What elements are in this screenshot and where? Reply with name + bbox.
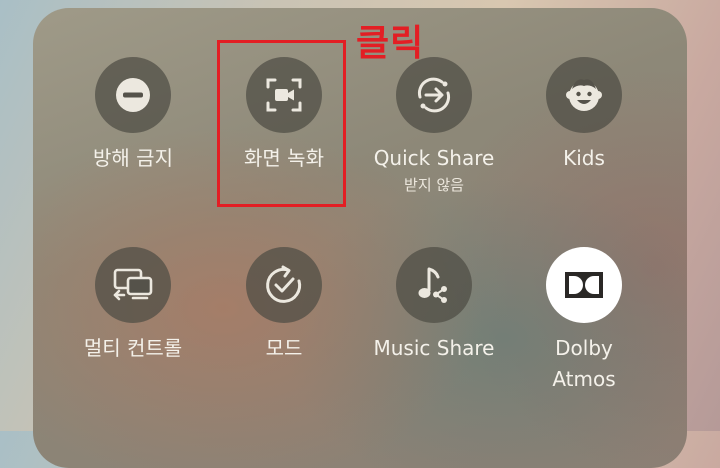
do-not-disturb-icon[interactable] — [95, 57, 171, 133]
quick-share-icon[interactable] — [396, 57, 472, 133]
annotation-text: 클릭 — [356, 23, 425, 64]
tile-label: 모드 — [265, 336, 303, 360]
tile-label: Music Share — [373, 336, 495, 360]
multi-control-icon[interactable] — [95, 247, 171, 323]
tile-label: Kids — [563, 146, 605, 170]
tile-label: Dolby Atmos — [552, 336, 616, 391]
tile-quick-share[interactable]: Quick Share 받지 않음 — [354, 57, 514, 194]
tile-kids[interactable]: Kids — [504, 57, 664, 174]
tile-multi-control[interactable]: 멀티 컨트롤 — [53, 247, 213, 364]
tile-modes[interactable]: 모드 — [204, 247, 364, 364]
tile-label: Quick Share — [373, 146, 495, 170]
highlight-box — [217, 40, 346, 207]
tile-music-share[interactable]: Music Share — [354, 247, 514, 364]
dolby-atmos-icon[interactable] — [546, 247, 622, 323]
modes-icon[interactable] — [246, 247, 322, 323]
tile-sublabel: 받지 않음 — [404, 176, 464, 194]
tile-do-not-disturb[interactable]: 방해 금지 — [53, 57, 213, 174]
tile-dolby-atmos[interactable]: Dolby Atmos — [504, 247, 664, 395]
tile-label: 방해 금지 — [93, 146, 173, 170]
music-share-icon[interactable] — [396, 247, 472, 323]
tile-label: 멀티 컨트롤 — [83, 336, 183, 360]
kids-icon[interactable] — [546, 57, 622, 133]
